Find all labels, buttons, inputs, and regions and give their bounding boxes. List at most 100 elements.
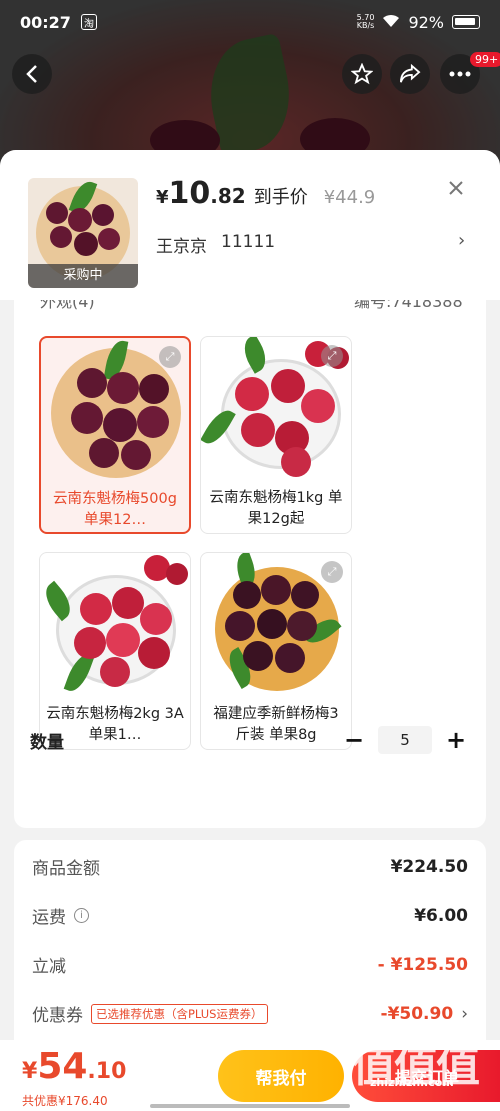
product-thumbnail[interactable]: 采购中 [28,178,138,288]
shipping-value: ¥6.00 [414,905,468,926]
berry [100,657,130,687]
berry [98,228,120,250]
total-saving: 共优惠¥176.40 [22,1094,108,1108]
coupon-value: -¥50.90 [380,1003,454,1024]
berry [80,593,112,625]
more-icon [449,71,471,77]
berry [301,389,335,423]
berry [243,641,273,671]
quantity-plus-button[interactable]: + [442,726,470,754]
shipping-row: 运费 i ¥6.00 [32,903,468,929]
expand-icon[interactable]: ⤢ [321,561,343,583]
home-indicator [150,1104,350,1108]
status-bar: 00:27 淘 5.70 KB/s 92% [0,0,500,44]
berry [140,603,172,635]
sheet-header: 采购中 ¥ 10 .82 到手价 ¥44.9 王京京 11111 › [0,150,500,300]
berry [106,623,140,657]
berry [225,611,255,641]
quantity-label: 数量 [30,732,64,753]
quantity-input[interactable]: 5 [378,726,432,754]
original-price: ¥44.9 [323,187,376,208]
battery-text: 92% [408,12,444,32]
net-speed: 5.70 KB/s [356,13,375,30]
sku-image: ⤢ [201,553,351,701]
berry [275,643,305,673]
coupon-tag: 已选推荐优惠（含PLUS运费券） [91,1003,268,1024]
watermark: 值值值 zhizhizhi.com [352,1030,492,1100]
sku-image: ⤢ [201,337,351,485]
quantity-row: 数量 − 5 + [30,720,470,760]
berry [121,440,151,470]
berry [92,204,114,226]
price-row: ¥ 10 .82 到手价 ¥44.9 [156,176,375,211]
berry [281,447,311,477]
berry [233,581,261,609]
info-icon[interactable]: i [74,908,89,923]
favorite-button[interactable] [342,54,382,94]
close-icon [449,181,463,195]
thumbnail-status-label: 采购中 [28,264,138,288]
berry [50,226,72,248]
status-time: 00:27 [20,12,71,32]
goods-amount-label: 商品金额 [32,859,100,879]
berry [166,563,188,585]
berry [235,377,269,411]
quantity-minus-button[interactable]: − [340,726,368,754]
berry [291,581,319,609]
total-price: ¥ 54 .10 [22,1046,126,1087]
share-button[interactable] [390,54,430,94]
berry [68,208,92,232]
price-tag: 到手价 [253,187,308,208]
chevron-right-icon: › [461,1003,468,1024]
seller-row[interactable]: 王京京 11111 [156,232,275,257]
berry [74,232,98,256]
seller-name: 王京京 [156,237,207,257]
discount-value: - ¥125.50 [377,954,468,975]
berry [89,438,119,468]
sku-name: 云南东魁杨梅500g 单果12… [53,491,177,528]
star-icon [351,63,373,85]
berry [271,369,305,403]
berry [261,575,291,605]
purchase-sheet: 采购中 ¥ 10 .82 到手价 ¥44.9 王京京 11111 › 外观(4)… [0,150,500,1111]
share-icon [400,64,421,83]
expand-icon[interactable]: ⤢ [159,346,181,368]
berry [77,368,107,398]
berry [71,402,103,434]
berry [74,627,106,659]
expand-icon[interactable]: ⤢ [321,345,343,367]
berry [287,611,317,641]
berry [257,609,287,639]
berry [139,374,169,404]
coupon-row[interactable]: 优惠券 已选推荐优惠（含PLUS运费券） -¥50.90 › [32,1001,468,1026]
sku-name: 云南东魁杨梅1kg 单果12g起 [209,490,343,527]
back-arrow-icon [26,65,37,83]
back-button[interactable] [12,54,52,94]
shipping-label: 运费 [32,908,66,928]
sku-option[interactable]: ⤢ 云南东魁杨梅500g 单果12… [39,336,191,534]
sku-option[interactable]: ⤢ 云南东魁杨梅1kg 单果12g起 [200,336,352,534]
sku-image: ⤢ [41,338,189,486]
berry [241,413,275,447]
chevron-right-icon: › [458,230,466,251]
sku-card: 外观(4) 编号:7418388 ⤢ 云南东魁杨梅500g 单果12… ⤢ 云南… [14,290,486,828]
berry [137,406,169,438]
message-badge: 99+ [470,52,500,67]
berry [103,408,137,442]
total-currency: ¥ [22,1059,38,1084]
goods-amount-row: 商品金额 ¥224.50 [32,854,468,880]
price-integer: 10 [168,176,211,211]
goods-amount-value: ¥224.50 [390,856,468,877]
close-button[interactable] [448,180,464,200]
coupon-label: 优惠券 [32,1006,83,1026]
help-pay-button[interactable]: 帮我付 [218,1050,344,1102]
price-currency: ¥ [156,187,169,208]
discount-label: 立减 [32,957,66,977]
total-decimal: .10 [87,1059,127,1084]
berry [112,587,144,619]
sku-image [40,553,190,701]
seller-id: 11111 [221,232,276,252]
wifi-icon [382,13,400,32]
total-integer: 54 [37,1046,88,1087]
berry [107,372,139,404]
